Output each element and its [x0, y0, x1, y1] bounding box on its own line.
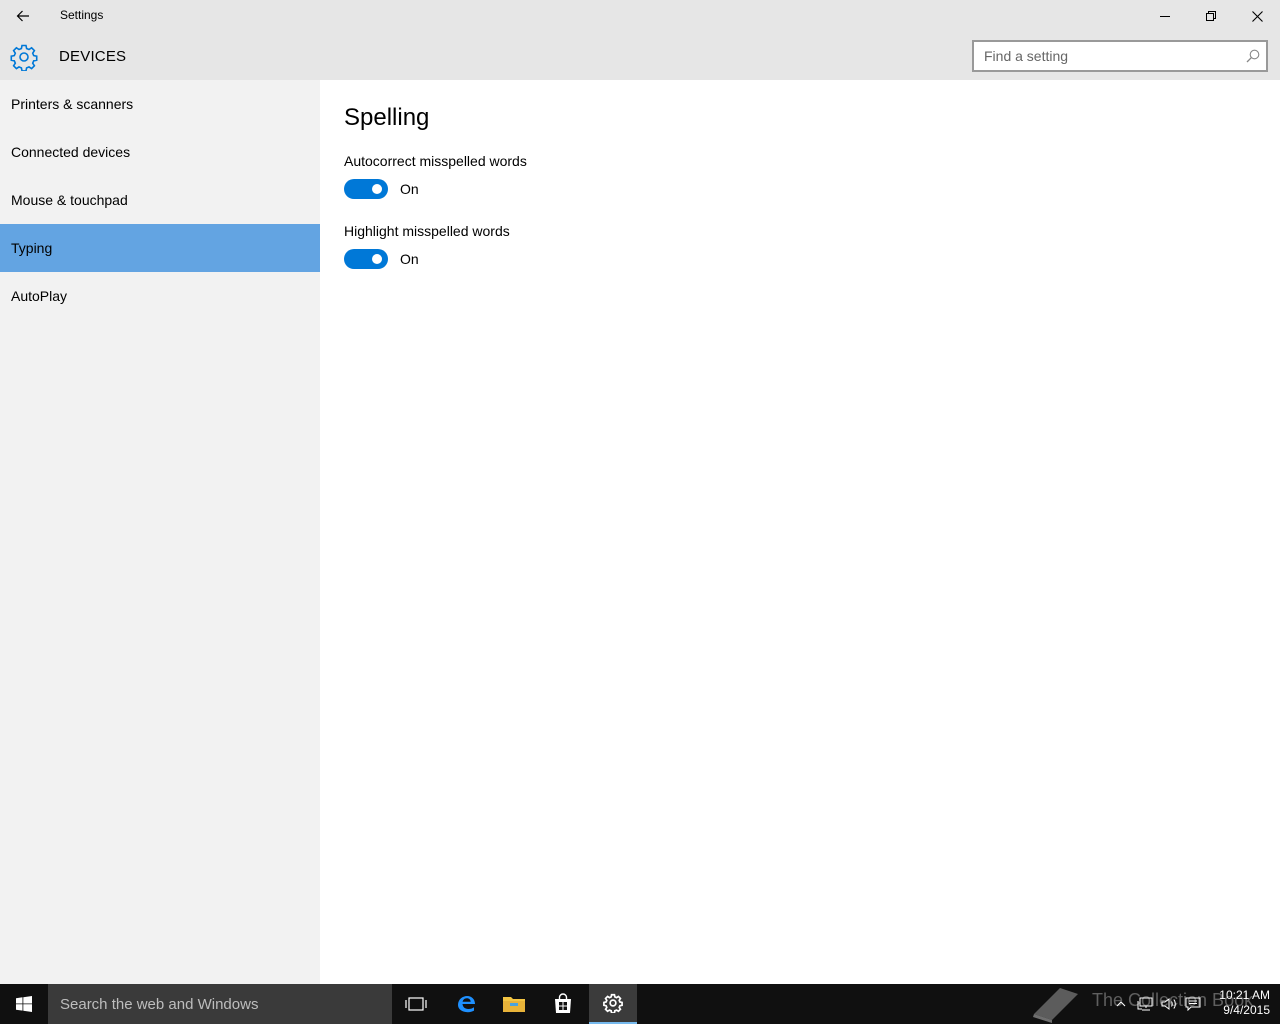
highlight-state: On	[400, 251, 419, 267]
restore-button[interactable]	[1188, 0, 1234, 32]
sidebar-item-label: AutoPlay	[11, 288, 68, 304]
toggle-knob	[372, 184, 382, 194]
volume-button[interactable]	[1158, 984, 1180, 1024]
sidebar-item-label: Connected devices	[11, 144, 131, 160]
chevron-up-icon	[1116, 1001, 1126, 1007]
search-input[interactable]	[974, 42, 1234, 70]
taskbar-search-text: Search the web and Windows	[60, 995, 259, 1013]
clock-date: 9/4/2015	[1223, 1003, 1270, 1017]
sidebar-item-label: Typing	[11, 240, 53, 256]
sidebar-item-label: Mouse & touchpad	[11, 192, 128, 208]
task-view-icon	[405, 997, 427, 1011]
main-content: Spelling Autocorrect misspelled words On…	[320, 80, 1280, 984]
file-explorer-button[interactable]	[490, 984, 538, 1024]
close-icon	[1251, 10, 1263, 22]
file-explorer-icon	[503, 997, 525, 1012]
store-icon	[555, 993, 571, 1013]
autocorrect-toggle[interactable]	[344, 179, 388, 199]
sidebar-item-mouse-touchpad[interactable]: Mouse & touchpad	[0, 176, 320, 224]
task-view-button[interactable]	[392, 984, 440, 1024]
sidebar-item-autoplay[interactable]: AutoPlay	[0, 272, 320, 320]
show-hidden-icons-button[interactable]	[1112, 984, 1130, 1024]
network-icon	[1137, 997, 1153, 1011]
settings-icon	[603, 993, 623, 1013]
find-setting-search[interactable]	[972, 40, 1268, 72]
taskbar: Search the web and Windows The Collectio…	[0, 984, 1280, 1024]
minimize-icon	[1160, 16, 1170, 17]
network-button[interactable]	[1134, 984, 1156, 1024]
sidebar-item-typing[interactable]: Typing	[0, 224, 320, 272]
sidebar: Printers & scanners Connected devices Mo…	[0, 80, 320, 984]
search-icon[interactable]	[1246, 49, 1260, 63]
window-title: Settings	[60, 8, 104, 22]
taskbar-search-box[interactable]: Search the web and Windows	[48, 984, 392, 1024]
autocorrect-state: On	[400, 181, 419, 197]
back-arrow-icon	[16, 10, 29, 22]
toggle-knob	[372, 254, 382, 264]
action-center-button[interactable]	[1182, 984, 1204, 1024]
settings-header: DEVICES	[0, 32, 1280, 80]
section-title: DEVICES	[59, 48, 127, 65]
store-button[interactable]	[539, 984, 587, 1024]
highlight-label: Highlight misspelled words	[344, 223, 510, 239]
restore-icon	[1206, 11, 1216, 21]
close-button[interactable]	[1234, 0, 1280, 32]
page-title: Spelling	[344, 104, 430, 131]
highlight-toggle[interactable]	[344, 249, 388, 269]
autocorrect-toggle-row: On	[344, 179, 527, 199]
minimize-button[interactable]	[1142, 0, 1188, 32]
title-bar: Settings	[0, 0, 1280, 32]
autocorrect-setting: Autocorrect misspelled words On	[344, 153, 527, 199]
clock-time: 10:21 AM	[1219, 988, 1270, 1002]
highlight-setting: Highlight misspelled words On	[344, 223, 510, 269]
sidebar-item-label: Printers & scanners	[11, 96, 134, 112]
autocorrect-label: Autocorrect misspelled words	[344, 153, 527, 169]
gear-icon	[10, 44, 38, 71]
book-logo-icon	[1033, 988, 1078, 1023]
taskbar-clock[interactable]: 10:21 AM 9/4/2015	[1208, 988, 1270, 1018]
settings-taskbar-button[interactable]	[589, 984, 637, 1024]
edge-button[interactable]	[442, 984, 490, 1024]
start-button[interactable]	[0, 984, 48, 1024]
action-center-icon	[1185, 997, 1201, 1011]
sidebar-item-printers-scanners[interactable]: Printers & scanners	[0, 80, 320, 128]
windows-logo-icon	[16, 996, 32, 1012]
sidebar-item-connected-devices[interactable]: Connected devices	[0, 128, 320, 176]
edge-icon	[458, 996, 475, 1013]
back-button[interactable]	[0, 0, 46, 32]
highlight-toggle-row: On	[344, 249, 510, 269]
volume-icon	[1161, 998, 1176, 1010]
